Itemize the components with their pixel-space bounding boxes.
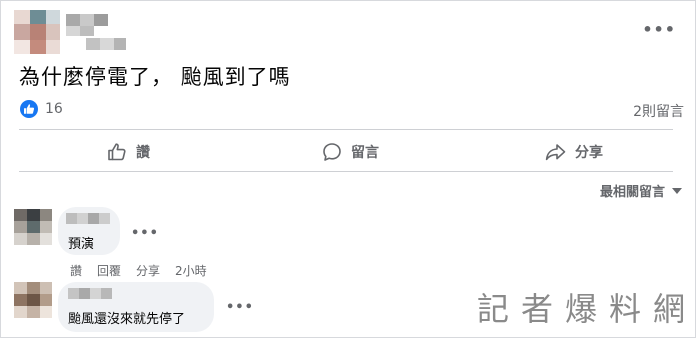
author-name[interactable] <box>62 12 128 52</box>
comment-like-link[interactable]: 讚 <box>70 262 82 279</box>
share-label: 分享 <box>575 145 603 161</box>
comment-share-link[interactable]: 分享 <box>136 262 160 279</box>
share-button[interactable]: 分享 <box>545 140 603 164</box>
comment-reply-link[interactable]: 回覆 <box>97 262 121 279</box>
comment-text: 預演 <box>68 237 95 252</box>
comment-text: 颱風還沒來就先停了 <box>68 312 186 327</box>
divider <box>19 171 673 172</box>
comment-bubble-icon <box>323 143 341 161</box>
comment-sort-dropdown[interactable]: 最相關留言 <box>600 181 682 200</box>
watermark: 記者爆料網 <box>477 290 696 328</box>
chevron-down-icon <box>672 187 682 194</box>
reaction-count[interactable]: 16 <box>45 101 63 117</box>
comment-label: 留言 <box>351 145 379 161</box>
post-text: 為什麼停電了， 颱風到了嗎 <box>19 65 291 89</box>
comment-count[interactable]: 2則留言 <box>633 101 684 121</box>
thumbs-up-icon <box>108 143 126 161</box>
commenter-avatar[interactable] <box>14 209 52 245</box>
commenter-name[interactable] <box>64 286 118 304</box>
sort-label: 最相關留言 <box>599 185 665 200</box>
comment-bubble: 預演 <box>58 207 120 255</box>
comment-more-icon[interactable]: ••• <box>226 300 254 315</box>
comment-button[interactable]: 留言 <box>322 140 379 164</box>
like-label: 讚 <box>136 145 150 161</box>
comment-more-icon[interactable]: ••• <box>131 226 159 241</box>
comment-actions: 讚 回覆 分享 2小時 <box>70 262 222 279</box>
comment-bubble: 颱風還沒來就先停了 <box>58 282 214 332</box>
author-avatar[interactable] <box>14 10 60 54</box>
comment-timestamp[interactable]: 2小時 <box>175 262 207 279</box>
commenter-name[interactable] <box>64 211 118 229</box>
like-reaction-icon[interactable] <box>20 100 38 118</box>
share-arrow-icon <box>545 144 566 161</box>
like-button[interactable]: 讚 <box>107 140 150 164</box>
divider <box>19 129 673 130</box>
commenter-avatar[interactable] <box>14 282 52 318</box>
more-options-icon[interactable]: ••• <box>642 22 676 38</box>
